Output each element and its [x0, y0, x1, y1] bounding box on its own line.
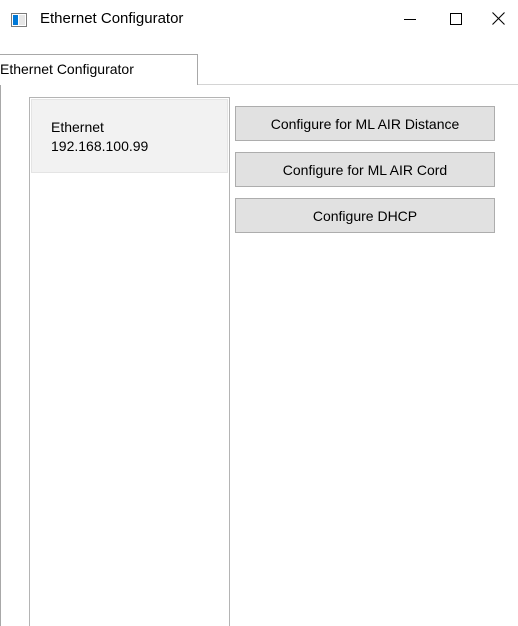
tab-strip-divider: [198, 84, 518, 85]
window-title: Ethernet Configurator: [40, 10, 184, 27]
list-item-ethernet[interactable]: Ethernet 192.168.100.99: [31, 99, 228, 173]
close-button[interactable]: [479, 6, 518, 36]
tab-strip: Ethernet Configurator: [0, 54, 518, 86]
title-bar[interactable]: Ethernet Configurator: [0, 0, 518, 46]
adapter-list[interactable]: Ethernet 192.168.100.99: [29, 97, 230, 626]
tab-ethernet-configurator[interactable]: Ethernet Configurator: [0, 54, 198, 85]
minimize-icon: [404, 12, 416, 30]
minimize-button[interactable]: [387, 6, 433, 36]
configure-ml-air-cord-button[interactable]: Configure for ML AIR Cord: [235, 152, 495, 187]
adapter-ip-address: 192.168.100.99: [51, 138, 149, 154]
configure-dhcp-button[interactable]: Configure DHCP: [235, 198, 495, 233]
tab-panel-border: [0, 85, 1, 626]
configure-ml-air-distance-button[interactable]: Configure for ML AIR Distance: [235, 106, 495, 141]
maximize-button[interactable]: [433, 6, 479, 36]
close-icon: [492, 12, 505, 30]
app-window-icon: [11, 13, 27, 27]
app-window: Ethernet Configurator Ethernet Configura…: [0, 0, 518, 626]
maximize-icon: [450, 12, 462, 30]
adapter-name: Ethernet: [51, 119, 104, 135]
